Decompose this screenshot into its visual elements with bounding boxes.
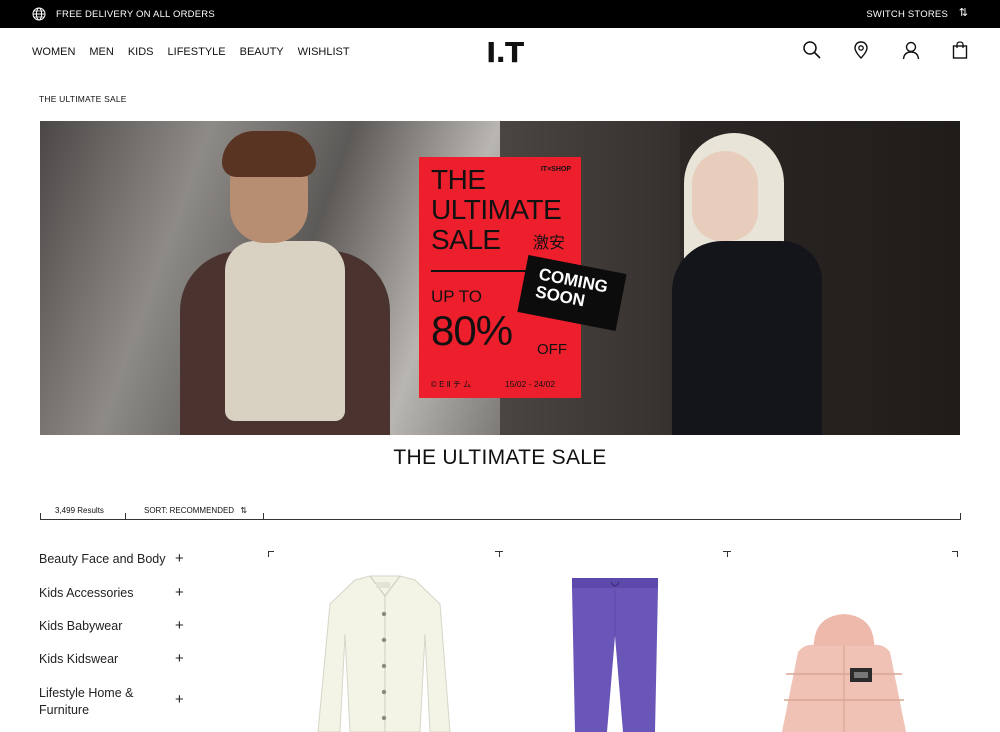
poster-off: OFF [537,341,567,358]
toolbar-tick [960,513,961,520]
sort-dropdown[interactable]: SORT: RECOMMENDED ⇅ [144,506,247,515]
plus-icon[interactable]: + [175,650,184,667]
headline-line: ULTIMATE [431,194,562,225]
toolbar-divider [40,519,961,520]
sort-label[interactable]: SORT: RECOMMENDED [144,506,234,515]
shopping-bag-icon[interactable] [950,40,970,65]
breadcrumb[interactable]: THE ULTIMATE SALE [39,94,127,104]
grid-corner-mark [499,551,500,557]
location-pin-icon[interactable] [851,40,871,65]
swap-icon[interactable]: ⇅ [240,506,247,515]
nav-kids[interactable]: KIDS [128,46,154,58]
promo-bar: FREE DELIVERY ON ALL ORDERS SWITCH STORE… [0,0,1000,28]
pink-puffer-vest-image[interactable] [776,612,912,732]
search-icon[interactable] [802,40,822,65]
site-logo[interactable]: I.T [486,36,524,69]
purple-sweatpants-image[interactable] [565,576,665,732]
listing-toolbar: 3,499 Results SORT: RECOMMENDED ⇅ [40,505,961,521]
grid-corner-mark [952,551,958,557]
headline-line: THE [431,164,486,195]
product-card-cream-shirt[interactable] [300,574,470,732]
toolbar-tick [263,513,264,520]
plus-icon[interactable]: + [175,617,184,634]
model-man-scarf [225,241,345,421]
category-label[interactable]: Lifestyle Home & Furniture [39,686,133,717]
sale-banner[interactable]: IT×SHOP THE ULTIMATE SALE 激安 UP TO 80% O… [40,121,960,435]
globe-icon [32,7,46,21]
toolbar-tick [125,513,126,520]
poster-percent: 80% [431,307,513,354]
poster-footer-left: © E Ⅱ チ ム [431,380,472,389]
toolbar-tick [40,513,41,520]
category-kids-babywear[interactable]: Kids Babywear + [39,617,184,634]
page-title: THE ULTIMATE SALE [393,446,607,469]
promo-text: FREE DELIVERY ON ALL ORDERS [56,9,215,20]
coming-soon-text: COMING SOON [534,265,610,315]
cream-shirt-image[interactable] [300,574,470,732]
poster-cjk: 激安 [533,235,566,252]
product-card-purple-sweatpants[interactable] [565,576,665,732]
poster-up-to: UP TO [431,287,483,306]
grid-corner-mark [727,551,728,557]
plus-icon[interactable]: + [175,584,184,601]
plus-icon[interactable]: + [175,691,184,708]
model-man-hair [222,131,316,177]
user-icon[interactable] [901,40,921,65]
product-card-pink-puffer-vest[interactable] [776,612,912,732]
grid-corner-mark [268,551,274,557]
plus-icon[interactable]: + [175,550,184,567]
switch-stores-link[interactable]: SWITCH STORES [866,9,948,20]
category-kids-accessories[interactable]: Kids Accessories + [39,584,184,601]
nav-men[interactable]: MEN [89,46,113,58]
category-label[interactable]: Kids Accessories [39,586,133,600]
category-lifestyle-home-furniture[interactable]: Lifestyle Home & Furniture + [39,685,184,719]
nav-beauty[interactable]: BEAUTY [240,46,284,58]
nav-women[interactable]: WOMEN [32,46,75,58]
nav-lifestyle[interactable]: LIFESTYLE [168,46,226,58]
category-label[interactable]: Kids Kidswear [39,652,118,666]
results-count: 3,499 Results [55,506,104,515]
poster-dates: 15/02 - 24/02 [505,379,556,389]
nav-wishlist[interactable]: WISHLIST [298,46,350,58]
main-nav: WOMEN MEN KIDS LIFESTYLE BEAUTY WISHLIST [32,46,350,58]
category-beauty-face-body[interactable]: Beauty Face and Body + [39,550,184,567]
category-kids-kidswear[interactable]: Kids Kidswear + [39,650,184,667]
category-label[interactable]: Kids Babywear [39,619,122,633]
model-woman-jacket [672,241,822,435]
category-label[interactable]: Beauty Face and Body [39,552,165,566]
model-woman-face [692,151,758,241]
swap-icon[interactable]: ⇅ [959,6,968,19]
